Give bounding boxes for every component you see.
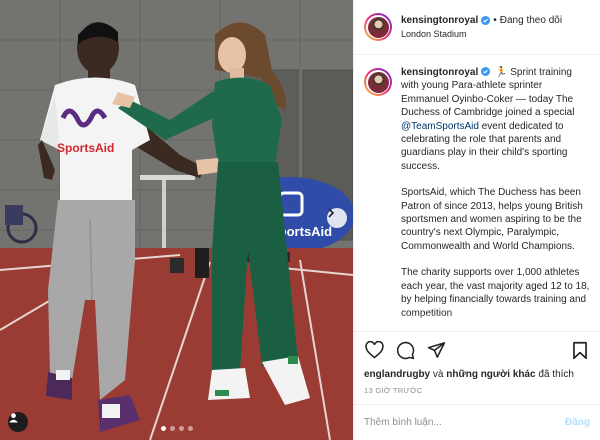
location-link[interactable]: London Stadium <box>401 29 562 39</box>
header-username[interactable]: kensingtonroyal <box>401 15 478 26</box>
caption-avatar[interactable] <box>364 68 392 96</box>
post-comment-button[interactable]: Đăng <box>565 417 590 428</box>
comment-input[interactable] <box>364 417 565 428</box>
likes-summary: englandrugby và những người khác đã thíc… <box>364 369 590 380</box>
user-tag-icon <box>9 413 18 423</box>
heart-icon <box>364 341 384 359</box>
carousel-dot <box>169 426 175 431</box>
save-button[interactable] <box>570 340 590 360</box>
likes-connector: và <box>432 369 444 380</box>
caption-p3: The charity supports over 1,000 athletes… <box>401 267 590 319</box>
mention-link[interactable]: @TeamSportsAid <box>401 121 479 132</box>
separator-dot: • <box>493 15 497 26</box>
caption-username[interactable]: kensingtonroyal <box>401 67 478 78</box>
photo-scene: SportsAid SportsAid <box>0 0 353 440</box>
liker-username[interactable]: englandrugby <box>364 369 430 380</box>
post-side-panel: kensingtonroyal • Đang theo dõi London S… <box>353 0 600 440</box>
next-slide-button[interactable] <box>327 208 347 228</box>
like-button[interactable] <box>364 340 384 360</box>
comment-button[interactable] <box>395 340 415 360</box>
action-bar: englandrugby và những người khác đã thíc… <box>354 331 600 395</box>
carousel-dot <box>187 426 193 431</box>
post-photo[interactable]: SportsAid SportsAid <box>0 0 353 440</box>
shirt-brand: SportsAid <box>57 141 114 155</box>
caption-text: kensingtonroyal 🏃 Sprint training with y… <box>401 66 590 331</box>
likes-suffix: đã thích <box>538 369 574 380</box>
comment-form: Đăng <box>354 404 600 440</box>
likes-others-link[interactable]: những người khác <box>446 369 535 380</box>
carousel-indicator <box>0 426 353 431</box>
paper-plane-icon <box>427 342 445 358</box>
share-button[interactable] <box>426 340 446 360</box>
verified-badge-icon <box>481 16 491 25</box>
verified-badge-icon <box>481 67 491 76</box>
comment-icon <box>396 341 414 359</box>
post-timestamp[interactable]: 13 GIỜ TRƯỚC <box>364 386 590 395</box>
chevron-right-icon <box>328 208 335 218</box>
caption-area: kensingtonroyal 🏃 Sprint training with y… <box>354 56 600 331</box>
profile-avatar[interactable] <box>364 13 392 41</box>
runner-emoji: 🏃 <box>495 67 508 78</box>
post-header: kensingtonroyal • Đang theo dõi London S… <box>354 0 600 55</box>
bookmark-icon <box>573 341 587 359</box>
follow-state-button[interactable]: Đang theo dõi <box>500 15 562 26</box>
caption-p2: SportsAid, which The Duchess has been Pa… <box>401 187 583 252</box>
carousel-dot <box>160 426 166 431</box>
carousel-dot <box>178 426 184 431</box>
